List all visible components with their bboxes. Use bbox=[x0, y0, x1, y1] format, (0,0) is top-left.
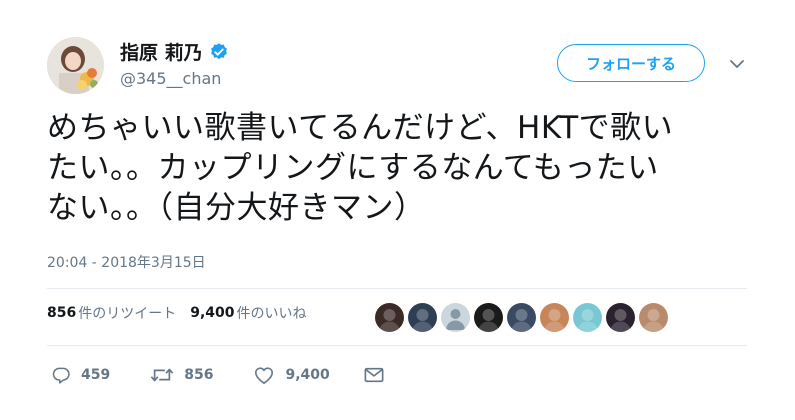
liker-avatar-2[interactable] bbox=[408, 303, 437, 332]
like-stat-count: 9,400 bbox=[190, 305, 235, 321]
liker-avatars bbox=[375, 303, 668, 332]
tweet-timestamp[interactable]: 20:04 - 2018年3月15日 bbox=[47, 252, 206, 272]
tweet-text-line: めちゃいい歌書いてるんだけど、HKTで歌い bbox=[47, 110, 674, 146]
retweet-count: 856 bbox=[184, 367, 214, 383]
liker-avatar-6[interactable] bbox=[540, 303, 569, 332]
liker-avatar-default[interactable] bbox=[441, 303, 470, 332]
envelope-icon bbox=[364, 367, 384, 383]
liker-avatar-4[interactable] bbox=[474, 303, 503, 332]
direct-message-button[interactable] bbox=[364, 366, 394, 384]
liker-avatar-9[interactable] bbox=[639, 303, 668, 332]
tweet-text: めちゃいい歌書いてるんだけど、HKTで歌い たい。。カップリングにするなんてもっ… bbox=[47, 108, 747, 228]
retweet-icon bbox=[150, 368, 174, 382]
like-stat-label: 件のいいね bbox=[236, 306, 307, 322]
chevron-down-icon[interactable] bbox=[729, 58, 745, 70]
reply-count: 459 bbox=[81, 367, 111, 383]
user-avatar[interactable] bbox=[47, 37, 104, 94]
retweet-stat[interactable]: 856 件のリツイート bbox=[47, 303, 176, 323]
display-name[interactable]: 指原 莉乃 bbox=[120, 38, 203, 65]
divider bbox=[47, 345, 747, 346]
verified-badge-icon bbox=[210, 42, 227, 59]
liker-avatar-8[interactable] bbox=[606, 303, 635, 332]
user-handle[interactable]: @345__chan bbox=[120, 69, 221, 88]
like-count: 9,400 bbox=[285, 367, 330, 383]
tweet-stats: 856 件のリツイート 9,400 件のいいね bbox=[47, 303, 321, 323]
follow-button[interactable]: フォローする bbox=[557, 44, 705, 82]
reply-button[interactable]: 459 bbox=[51, 365, 110, 385]
tweet-text-line: たい。。カップリングにするなんてもったい bbox=[47, 150, 659, 186]
user-name-row: 指原 莉乃 bbox=[120, 38, 229, 65]
retweet-button[interactable]: 856 bbox=[150, 365, 213, 385]
divider bbox=[47, 288, 747, 289]
tweet-text-line: ない。。（自分大好きマン） bbox=[47, 190, 426, 226]
retweet-stat-count: 856 bbox=[47, 305, 77, 321]
liker-avatar-5[interactable] bbox=[507, 303, 536, 332]
retweet-stat-label: 件のリツイート bbox=[78, 306, 177, 322]
liker-avatar-1[interactable] bbox=[375, 303, 404, 332]
tweet-card: 指原 莉乃 @345__chan フォローする めちゃいい歌書いてるんだけど、H… bbox=[0, 0, 795, 420]
like-button[interactable]: 9,400 bbox=[253, 365, 330, 385]
like-stat[interactable]: 9,400 件のいいね bbox=[190, 303, 306, 323]
tweet-actions: 459 856 9,400 bbox=[47, 365, 394, 385]
reply-icon bbox=[52, 367, 70, 384]
liker-avatar-7[interactable] bbox=[573, 303, 602, 332]
heart-icon bbox=[255, 367, 274, 384]
